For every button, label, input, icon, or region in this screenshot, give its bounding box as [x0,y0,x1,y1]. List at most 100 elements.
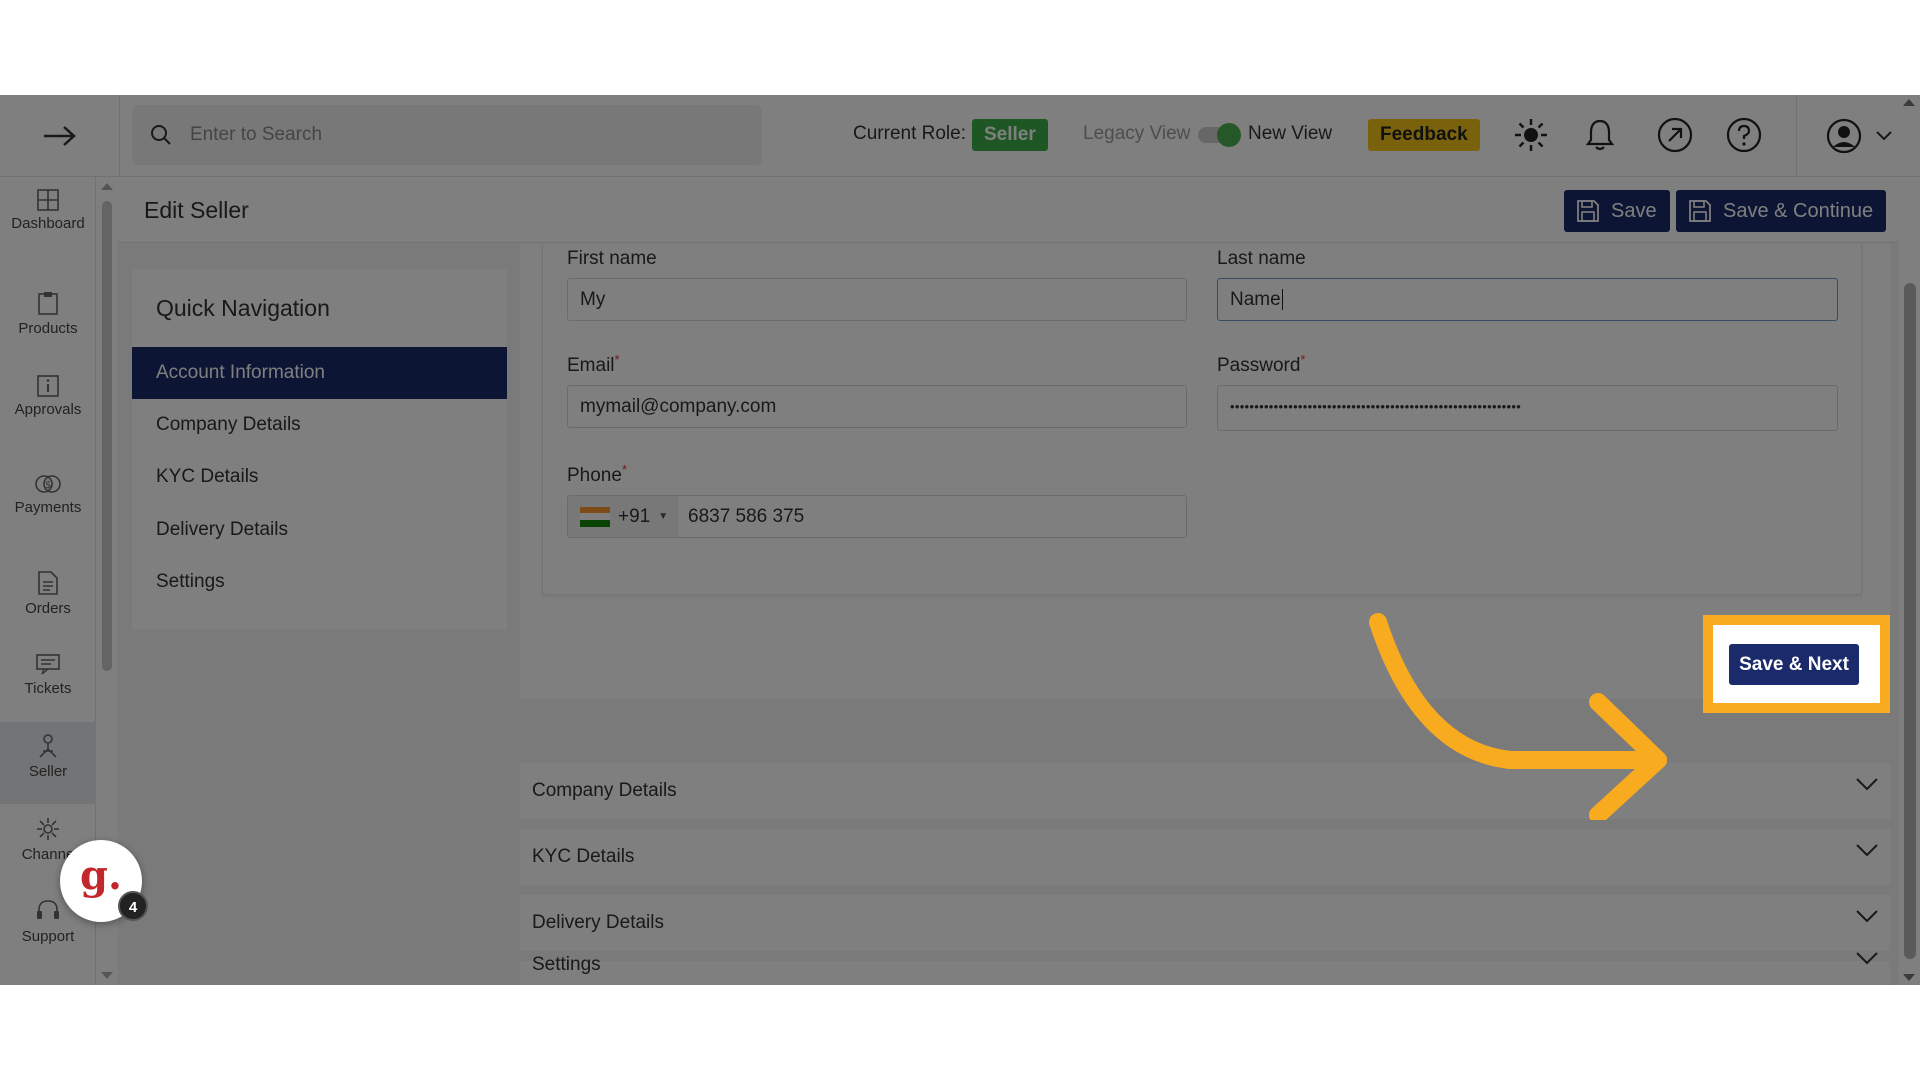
save-continue-button[interactable]: Save & Continue [1676,190,1887,232]
phone-label-text: Phone [567,465,622,486]
email-label: Email* [567,352,620,377]
document-icon [0,571,96,595]
sidebar-item-dashboard[interactable]: Dashboard [0,189,96,232]
quicknav-item-kyc-details[interactable]: KYC Details [132,451,507,503]
india-flag-icon [580,506,610,527]
required-mark: * [1300,352,1306,367]
caret-down-icon: ▼ [658,511,669,522]
page-title: Edit Seller [144,197,249,223]
page-scrollbar[interactable] [1900,95,1920,985]
bell-icon[interactable] [1580,115,1620,155]
last-name-value: Name [1230,289,1281,310]
required-mark: * [621,462,628,477]
current-role-label: Current Role: [853,123,966,144]
quicknav-item-delivery-details[interactable]: Delivery Details [132,504,507,556]
accordion-title: Company Details [532,780,677,801]
seller-icon [0,734,96,758]
top-bar: Current Role: Seller Legacy View New Vie… [0,95,1920,177]
phone-number: 6837 586 375 [688,506,805,527]
main-content: Edit Seller Save Save & Continue Quick N… [118,177,1898,985]
ticket-icon [0,653,96,675]
quicknav-item-account-information[interactable]: Account Information [132,347,507,399]
app-window: Current Role: Seller Legacy View New Vie… [0,95,1920,985]
country-code: +91 [618,506,651,527]
sidebar-item-label: Tickets [24,680,72,697]
accordion-title: Settings [532,954,601,975]
sun-icon[interactable] [1511,115,1551,155]
save-continue-button-label: Save & Continue [1723,199,1874,222]
highlight-box: Save & Next [1703,615,1890,713]
required-mark: * [614,352,620,367]
search-bar[interactable] [132,105,762,165]
sidebar-item-seller[interactable]: Seller [0,722,96,804]
view-toggle[interactable] [1198,123,1242,147]
quick-navigation-title: Quick Navigation [156,295,330,321]
accordion-kyc-details[interactable]: KYC Details [520,829,1890,885]
sidebar-item-label: Payments [14,499,82,516]
accordion-settings[interactable]: Settings [520,952,1890,985]
user-avatar-icon [1826,118,1861,154]
first-name-label: First name [567,248,657,269]
floppy-disk-icon [1689,200,1711,222]
legacy-view-label: Legacy View [1083,123,1191,144]
country-code-selector[interactable]: +91 ▼ [568,496,678,537]
assistant-widget[interactable]: g. 4 [60,840,148,922]
email-field[interactable]: mymail@company.com [567,385,1187,428]
role-badge[interactable]: Seller [972,119,1048,151]
sidebar-item-label: Approvals [14,401,82,418]
expand-menu-button[interactable] [0,95,120,177]
info-icon [0,375,96,397]
sidebar-item-tickets[interactable]: Tickets [0,653,96,697]
quicknav-item-settings[interactable]: Settings [132,556,507,608]
phone-label: Phone* [567,462,628,487]
chevron-down-icon [1856,909,1878,928]
chevron-down-icon [1856,951,1878,970]
notification-count-badge: 4 [118,891,148,921]
search-input[interactable] [190,124,730,146]
account-form: First name My Last name Name Email* myma… [542,243,1862,595]
channel-icon [0,817,96,841]
accordion-title: KYC Details [532,846,635,867]
sidebar-item-label: Dashboard [11,215,85,232]
accordion-company-details[interactable]: Company Details [520,763,1890,819]
sidebar-item-products[interactable]: Products [0,291,96,337]
first-name-field[interactable]: My [567,278,1187,321]
save-next-button[interactable]: Save & Next [1729,644,1859,685]
svg-text:$: $ [45,480,51,491]
dashboard-icon [0,189,96,211]
quicknav-item-company-details[interactable]: Company Details [132,399,507,451]
account-information-panel: First name My Last name Name Email* myma… [520,243,1890,699]
quick-navigation: Quick Navigation Account Information Com… [132,270,507,630]
sidebar-item-orders[interactable]: Orders [0,571,96,617]
sidebar-item-label: Support [21,928,75,945]
feedback-button[interactable]: Feedback [1368,119,1480,151]
password-label-text: Password [1217,355,1301,376]
external-link-icon[interactable] [1655,115,1695,155]
phone-field[interactable]: +91 ▼ 6837 586 375 [567,495,1187,538]
last-name-label: Last name [1217,248,1306,269]
sidebar-item-label: Orders [25,600,71,617]
password-field[interactable]: ••••••••••••••••••••••••••••••••••••••••… [1217,385,1838,431]
help-icon[interactable] [1724,115,1764,155]
widget-logo: g. [80,852,122,899]
sidebar-item-label: Products [18,320,78,337]
password-label: Password* [1217,352,1306,377]
sidebar-item-approvals[interactable]: Approvals [0,375,96,418]
email-label-text: Email [567,355,615,376]
search-icon [132,124,190,146]
save-button[interactable]: Save [1564,190,1670,232]
arrow-right-icon [43,126,76,146]
clipboard-icon [0,291,96,315]
money-icon: $ [0,473,96,495]
accordion-delivery-details[interactable]: Delivery Details [520,895,1890,951]
page-header: Edit Seller Save Save & Continue [118,177,1898,243]
save-button-label: Save [1611,199,1657,222]
sidebar-item-payments[interactable]: $ Payments [0,473,96,516]
chevron-down-icon [1856,777,1878,796]
tutorial-arrow-icon [1369,613,1667,820]
floppy-disk-icon [1577,200,1599,222]
last-name-field[interactable]: Name [1217,278,1838,321]
accordion-title: Delivery Details [532,912,664,933]
chevron-down-icon [1875,131,1892,141]
chevron-down-icon [1856,843,1878,862]
